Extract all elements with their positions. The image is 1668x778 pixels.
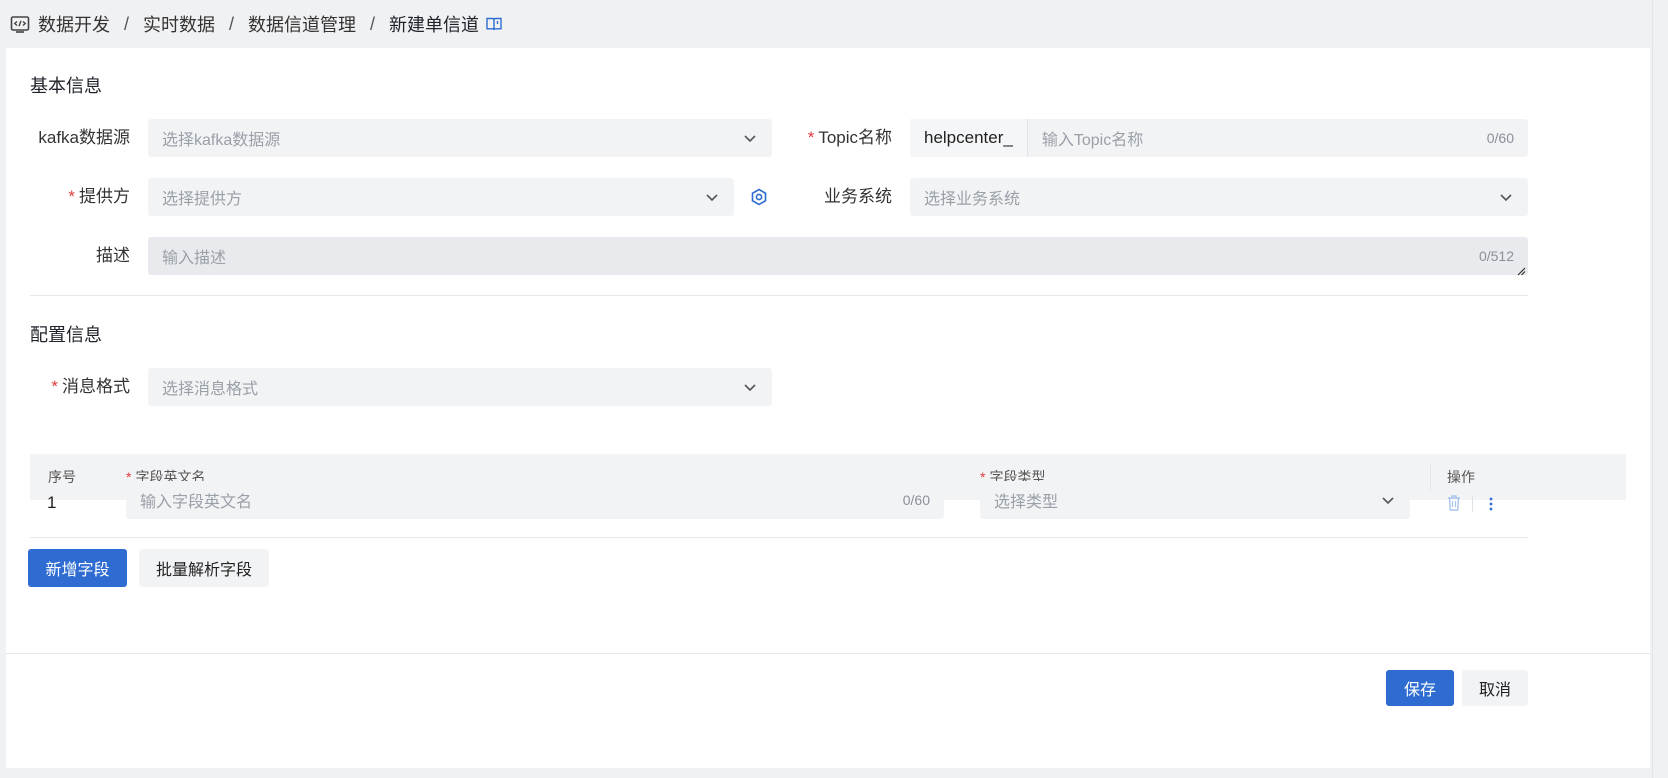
provider-select[interactable]: 选择提供方 [148,178,734,216]
chevron-down-icon [704,189,720,205]
breadcrumb-item-channel-management[interactable]: 数据信道管理 [248,11,356,37]
scrollbar-track[interactable] [1652,0,1668,778]
field-name-placeholder: 输入字段英文名 [140,494,253,511]
required-mark: * [68,187,75,206]
breadcrumb-item-realtime-data[interactable]: 实时数据 [143,11,215,37]
code-icon [10,14,30,34]
format-label: * 消息格式 [51,377,130,396]
cancel-button[interactable]: 取消 [1462,670,1528,706]
provider-placeholder: 选择提供方 [162,191,243,208]
add-field-button[interactable]: 新增字段 [28,549,127,587]
trash-icon[interactable] [1446,494,1462,512]
format-placeholder: 选择消息格式 [162,381,259,398]
topic-label: * Topic名称 [807,128,892,147]
breadcrumb: 数据开发 / 实时数据 / 数据信道管理 / 新建单信道 [10,8,503,40]
desc-label: 描述 [96,246,130,265]
chevron-down-icon [1498,189,1514,205]
config-info-title: 配置信息 [30,325,102,345]
message-format-select[interactable]: 选择消息格式 [148,368,772,406]
breadcrumb-current: 新建单信道 [389,15,480,35]
desc-count: 0/512 [1478,248,1514,264]
chevron-down-icon [742,130,758,146]
field-name-input[interactable]: 输入字段英文名 0/60 [126,481,944,519]
row-index: 1 [47,493,57,512]
breadcrumb-separator: / [229,13,235,34]
topic-prefix: helpcenter_ [910,119,1028,157]
basic-info-title: 基本信息 [30,76,102,96]
topic-input[interactable]: 输入Topic名称 [1028,126,1487,150]
th-divider [1430,464,1431,490]
resize-handle-icon[interactable] [1516,263,1526,276]
desc-placeholder: 输入描述 [162,250,227,267]
field-type-select[interactable]: 选择类型 [980,481,1410,519]
chevron-down-icon [1380,492,1396,508]
section-divider [30,295,1528,296]
required-mark: * [51,377,58,396]
kafka-label: kafka数据源 [38,128,130,147]
business-placeholder: 选择业务系统 [924,191,1021,208]
breadcrumb-separator: / [370,13,376,34]
description-textarea[interactable]: 输入描述 0/512 [148,237,1528,276]
doc-link-icon[interactable] [485,15,503,33]
chevron-down-icon [742,379,758,395]
row-divider [30,537,1528,538]
kafka-source-select[interactable]: 选择kafka数据源 [148,119,772,157]
save-button[interactable]: 保存 [1386,670,1454,706]
business-system-select[interactable]: 选择业务系统 [910,178,1528,216]
required-mark: * [807,128,815,147]
more-vertical-icon[interactable] [1484,495,1498,513]
provider-label: * 提供方 [68,187,130,206]
batch-parse-button[interactable]: 批量解析字段 [139,549,269,587]
footer-divider [6,653,1650,654]
breadcrumb-separator: / [124,13,130,34]
topic-input-group[interactable]: helpcenter_ 输入Topic名称 0/60 [910,119,1528,157]
settings-hex-icon[interactable] [749,187,769,207]
business-label: 业务系统 [824,187,892,206]
field-name-count: 0/60 [902,492,930,508]
topic-count: 0/60 [1486,130,1514,146]
kafka-placeholder: 选择kafka数据源 [162,132,281,149]
action-divider [1472,496,1473,512]
breadcrumb-item-data-dev[interactable]: 数据开发 [38,11,110,37]
field-type-placeholder: 选择类型 [994,494,1059,511]
